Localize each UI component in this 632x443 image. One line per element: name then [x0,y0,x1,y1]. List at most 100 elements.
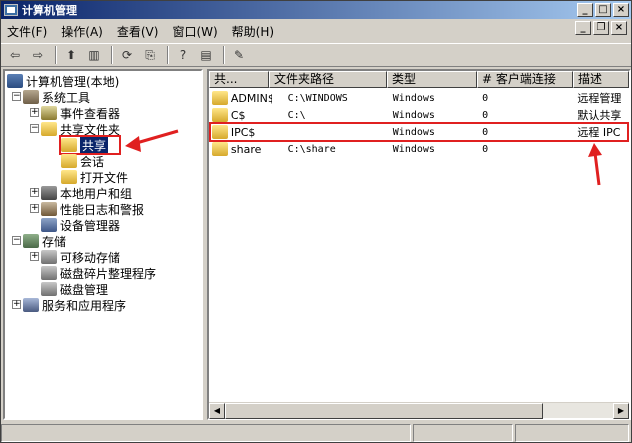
refresh-icon[interactable]: ⟳ [117,46,137,64]
mdi-restore-button[interactable]: ❐ [593,21,609,35]
share-type: Windows [392,109,435,121]
users-icon [41,186,57,200]
tree-item-removable-storage[interactable]: 可移动存储 [41,249,120,265]
expand-toggle[interactable]: + [30,108,39,117]
collapse-toggle[interactable]: − [12,236,21,245]
share-name: C$ [230,108,246,122]
perf-log-icon [41,202,57,216]
tree-item-sessions[interactable]: 会话 [61,153,104,169]
console-tree[interactable]: 计算机管理(本地) − 系统工具 + 事件查看器 − 共享文件夹 共享 会话 打… [3,69,203,420]
expand-toggle[interactable]: + [30,188,39,197]
share-clients: 0 [482,143,489,155]
shares-list[interactable]: 共... 文件夹路径 类型 # 客户端连接 描述 ADMIN$ C:\WINDO… [207,69,631,420]
share-description: 默认共享 [577,109,622,122]
back-icon[interactable]: ⇦ [5,46,25,64]
tree-item-disk-management[interactable]: 磁盘管理 [41,281,108,297]
close-button[interactable]: × [613,3,629,17]
computer-management-window: 计算机管理 _ □ × 文件(F) 操作(A) 查看(V) 窗口(W) 帮助(H… [0,0,632,443]
status-cell [1,424,411,442]
menu-help[interactable]: 帮助(H) [232,23,274,40]
scroll-thumb[interactable] [225,403,543,419]
mdi-close-button[interactable]: × [611,21,627,35]
horizontal-scrollbar[interactable]: ◀ ▶ [209,402,629,419]
mdi-minimize-button[interactable]: _ [575,21,591,35]
services-icon [23,298,39,312]
tree-item-perf-logs[interactable]: 性能日志和警报 [41,201,144,217]
menu-bar: 文件(F) 操作(A) 查看(V) 窗口(W) 帮助(H) [1,20,631,42]
tree-item-label: 性能日志和警报 [60,202,145,217]
tree-item-label: 设备管理器 [60,218,121,233]
collapse-toggle[interactable]: − [30,124,39,133]
table-row[interactable]: ADMIN$ C:\WINDOWS Windows 0 远程管理 [209,90,629,106]
table-row[interactable]: C$ C:\ Windows 0 默认共享 [209,107,629,123]
defrag-icon [41,266,57,280]
list-header: 共... 文件夹路径 类型 # 客户端连接 描述 [209,71,629,88]
tree-item-label: 磁盘碎片整理程序 [60,266,157,281]
expand-toggle[interactable]: + [12,300,21,309]
forward-icon[interactable]: ⇨ [28,46,48,64]
tree-item-computer-management[interactable]: 计算机管理(本地) [7,73,119,89]
up-folder-icon[interactable]: ⬆ [61,46,81,64]
tree-item-system-tools[interactable]: 系统工具 [23,89,90,105]
tree-item-label: 计算机管理(本地) [26,74,120,89]
column-header-folder-path[interactable]: 文件夹路径 [269,71,387,88]
properties-icon[interactable]: ▤ [196,46,216,64]
help-icon[interactable]: ? [173,46,193,64]
tree-item-label: 可移动存储 [60,250,121,265]
device-manager-icon [41,218,57,232]
tree-item-services-apps[interactable]: 服务和应用程序 [23,297,126,313]
menu-view[interactable]: 查看(V) [117,23,159,40]
menu-action[interactable]: 操作(A) [61,23,103,40]
toolbar-separator [167,46,169,64]
highlight-box [209,122,629,142]
tree-item-device-manager[interactable]: 设备管理器 [41,217,120,233]
column-header-client-connections[interactable]: # 客户端连接 [477,71,573,88]
export-list-icon[interactable]: ⎘ [140,46,160,64]
share-name: share [230,142,262,156]
expand-toggle[interactable]: + [30,204,39,213]
toolbar: ⇦ ⇨ ⬆ ▥ ⟳ ⎘ ? ▤ ✎ [1,43,631,67]
tools-icon [23,90,39,104]
maximize-button[interactable]: □ [595,3,611,17]
share-type: Windows [392,92,435,104]
tree-item-local-users[interactable]: 本地用户和组 [41,185,132,201]
show-hide-tree-icon[interactable]: ▥ [84,46,104,64]
tree-item-storage[interactable]: 存储 [23,233,66,249]
red-arrow-icon [125,129,179,152]
tree-item-defrag[interactable]: 磁盘碎片整理程序 [41,265,156,281]
disk-management-icon [41,282,57,296]
session-icon [61,154,77,168]
share-folder-icon [212,91,228,105]
scroll-left-icon[interactable]: ◀ [209,403,225,419]
tree-item-event-viewer[interactable]: 事件查看器 [41,105,120,121]
tree-item-label: 打开文件 [80,170,129,185]
share-clients: 0 [482,109,489,121]
menu-window[interactable]: 窗口(W) [172,23,217,40]
share-folder-icon [212,142,228,156]
tree-item-label: 磁盘管理 [60,282,109,297]
toolbar-separator [111,46,113,64]
title-bar[interactable]: 计算机管理 _ □ × [1,1,631,19]
open-files-icon [61,170,77,184]
scroll-right-icon[interactable]: ▶ [613,403,629,419]
tree-item-label: 会话 [80,154,105,169]
column-header-type[interactable]: 类型 [387,71,477,88]
tree-item-label: 服务和应用程序 [42,298,127,313]
column-header-share-name[interactable]: 共... [209,71,269,88]
tree-item-open-files[interactable]: 打开文件 [61,169,128,185]
computer-management-icon [4,4,18,16]
removable-storage-icon [41,250,57,264]
share-name: ADMIN$ [230,91,272,105]
share-clients: 0 [482,92,489,104]
expand-toggle[interactable]: + [30,252,39,261]
table-row[interactable]: share C:\share Windows 0 [209,141,629,157]
menu-file[interactable]: 文件(F) [7,23,47,40]
tree-item-label: 存储 [42,234,67,249]
column-header-description[interactable]: 描述 [573,71,629,88]
status-cell [515,424,629,442]
toolbar-separator [55,46,57,64]
minimize-button[interactable]: _ [577,3,593,17]
collapse-toggle[interactable]: − [12,92,21,101]
new-share-icon[interactable]: ✎ [229,46,249,64]
computer-icon [7,74,23,88]
